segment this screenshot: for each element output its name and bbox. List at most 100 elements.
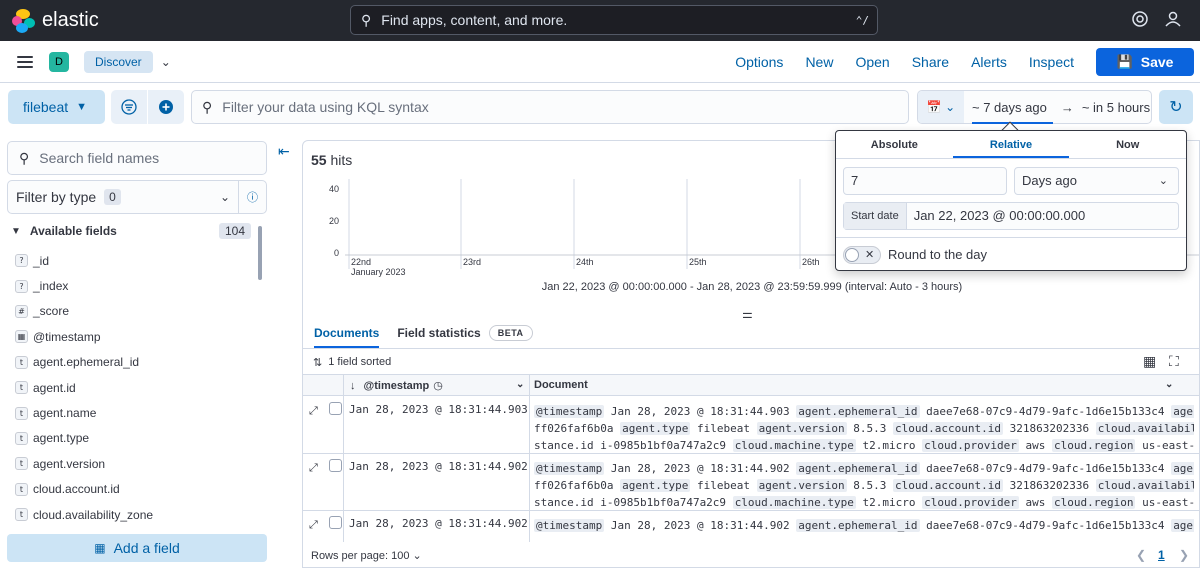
info-icon[interactable]: ⓘ bbox=[238, 181, 266, 213]
expand-icon[interactable]: ⤢ bbox=[309, 404, 318, 418]
field-name: _score bbox=[33, 304, 70, 319]
row-checkbox[interactable] bbox=[329, 459, 342, 472]
field-name: agent.id bbox=[33, 380, 76, 395]
relative-unit-select[interactable]: Days ago ⌄ bbox=[1014, 167, 1179, 195]
refresh-icon: ↻ bbox=[1169, 99, 1183, 116]
row-checkbox[interactable] bbox=[329, 402, 342, 415]
row-checkbox[interactable] bbox=[329, 516, 342, 529]
filter-menu-icon[interactable] bbox=[111, 90, 147, 124]
refresh-button[interactable]: ↻ bbox=[1159, 90, 1193, 124]
date-start[interactable]: ~ 7 days ago bbox=[972, 91, 1053, 124]
add-filter-icon[interactable] bbox=[148, 90, 184, 124]
field-item[interactable]: t agent.ephemeral_id bbox=[15, 350, 255, 375]
hits-label: hits bbox=[330, 152, 353, 168]
date-end[interactable]: ~ in 5 hours bbox=[1082, 100, 1150, 115]
document-line: stance.id i-0985b1bf0a747a2c9 cloud.mach… bbox=[534, 494, 1194, 511]
share-link[interactable]: Share bbox=[912, 54, 949, 70]
field-item[interactable]: ? _id bbox=[15, 248, 255, 273]
user-avatar-icon[interactable] bbox=[1163, 10, 1183, 30]
field-item[interactable]: t agent.version bbox=[15, 451, 255, 476]
query-bar: filebeat ▼ ⚲ Filter your data using KQL … bbox=[0, 83, 1200, 133]
document-value: ff026faf6b0a bbox=[534, 479, 614, 492]
grid-footer: Rows per page: 100 ⌄ ❮ 1 ❯ bbox=[303, 542, 1199, 567]
document-value: 321863202336 bbox=[1009, 422, 1090, 435]
column-header-timestamp[interactable]: ↓ @timestamp ◷ bbox=[350, 379, 443, 393]
space-avatar[interactable]: D bbox=[49, 51, 69, 72]
new-link[interactable]: New bbox=[805, 54, 833, 70]
sort-icon[interactable]: ⇅ bbox=[313, 356, 322, 369]
help-icon[interactable] bbox=[1130, 10, 1150, 30]
divider bbox=[529, 375, 530, 397]
document-key: @timestamp bbox=[534, 462, 605, 475]
field-name: @timestamp bbox=[33, 329, 101, 344]
alerts-link[interactable]: Alerts bbox=[971, 54, 1007, 70]
document-key: agent.version bbox=[756, 422, 847, 435]
document-value: 321863202336 bbox=[1009, 479, 1090, 492]
open-link[interactable]: Open bbox=[855, 54, 889, 70]
elastic-logo[interactable]: elastic bbox=[12, 8, 99, 33]
keyboard-shortcut: ⌃/ bbox=[855, 13, 869, 27]
field-item[interactable]: # _score bbox=[15, 299, 255, 324]
main-tabs: Documents Field statistics BETA bbox=[303, 317, 1199, 349]
available-fields-header[interactable]: ▼ Available fields 104 bbox=[11, 223, 251, 239]
round-to-day-toggle[interactable]: ✕ bbox=[843, 245, 881, 264]
field-search-input[interactable]: ⚲ Search field names bbox=[7, 141, 267, 175]
rows-per-page[interactable]: Rows per page: 100 ⌄ bbox=[311, 549, 422, 562]
previous-page-icon[interactable]: ❮ bbox=[1136, 548, 1146, 562]
expand-icon[interactable]: ⤢ bbox=[309, 461, 318, 475]
field-item[interactable]: t agent.id bbox=[15, 375, 255, 400]
chevron-down-icon[interactable]: ⌄ bbox=[516, 379, 524, 390]
tab-relative[interactable]: Relative bbox=[952, 131, 1070, 158]
document-value: daee7e68-07c9-4d79-9afc-1d6e15b133c4 bbox=[926, 462, 1165, 475]
global-search-input[interactable]: ⚲ Find apps, content, and more. ⌃/ bbox=[350, 5, 878, 35]
date-popover: Absolute Relative Now 7 Days ago ⌄ Start… bbox=[835, 130, 1187, 271]
start-date-display: Start date Jan 22, 2023 @ 00:00:00.000 bbox=[843, 202, 1179, 230]
menu-icon[interactable] bbox=[17, 55, 33, 68]
document-key: cloud.availability bbox=[1095, 479, 1194, 492]
time-range-text: Jan 22, 2023 @ 00:00:00.000 - Jan 28, 20… bbox=[541, 281, 963, 293]
field-item[interactable]: t cloud.availability_zone bbox=[15, 502, 255, 527]
display-settings-icon[interactable]: ▦ bbox=[1143, 353, 1156, 370]
collapse-sidebar-icon[interactable]: ⇤ bbox=[278, 143, 290, 160]
field-item[interactable]: t agent.name bbox=[15, 400, 255, 425]
tab-absolute[interactable]: Absolute bbox=[836, 131, 953, 158]
sidebar-scrollbar[interactable] bbox=[258, 226, 262, 280]
column-header-document[interactable]: Document bbox=[534, 379, 588, 391]
save-icon: 💾 bbox=[1116, 54, 1133, 69]
document-key: agent.type bbox=[620, 479, 691, 492]
tab-now[interactable]: Now bbox=[1069, 131, 1186, 158]
sorted-label[interactable]: 1 field sorted bbox=[328, 356, 391, 368]
tab-field-statistics[interactable]: Field statistics bbox=[397, 318, 480, 348]
save-button[interactable]: 💾 Save bbox=[1096, 48, 1194, 76]
kql-search-input[interactable]: ⚲ Filter your data using KQL syntax bbox=[191, 90, 909, 124]
data-view-picker[interactable]: filebeat ▼ bbox=[8, 90, 105, 124]
breadcrumb-discover[interactable]: Discover bbox=[84, 50, 153, 73]
tab-documents[interactable]: Documents bbox=[314, 318, 380, 348]
calendar-icon[interactable]: 📅 ⌄ bbox=[918, 91, 964, 123]
field-item[interactable]: ▦ @timestamp bbox=[15, 324, 255, 349]
field-item[interactable]: t agent.type bbox=[15, 426, 255, 451]
kql-placeholder: Filter your data using KQL syntax bbox=[222, 99, 429, 115]
row-timestamp: Jan 28, 2023 @ 18:31:44.902 bbox=[349, 517, 528, 530]
chevron-down-icon[interactable]: ⌄ bbox=[161, 55, 171, 69]
field-type-icon: t bbox=[15, 406, 28, 420]
filter-by-type[interactable]: Filter by type 0 ⌄ ⓘ bbox=[7, 180, 267, 214]
page-1-link[interactable]: 1 bbox=[1158, 548, 1165, 562]
options-link[interactable]: Options bbox=[735, 54, 783, 70]
inspect-link[interactable]: Inspect bbox=[1029, 54, 1074, 70]
expand-icon[interactable]: ⤢ bbox=[309, 518, 318, 532]
row-document: @timestamp Jan 28, 2023 @ 18:31:44.902 a… bbox=[534, 460, 1194, 511]
add-field-button[interactable]: ▦ Add a field bbox=[7, 534, 267, 562]
field-item[interactable]: t cloud.account.id bbox=[15, 477, 255, 502]
field-list: ? _id? _index # _score ▦ @timestamp t agent.ephe… bbox=[15, 248, 255, 527]
chevron-down-icon[interactable]: ⌄ bbox=[1165, 379, 1173, 390]
table-row: ⤢ Jan 28, 2023 @ 18:31:44.903 @timestamp J… bbox=[303, 397, 1199, 454]
field-type-icon: t bbox=[15, 355, 28, 369]
fullscreen-icon[interactable]: ⛶ bbox=[1169, 353, 1179, 370]
field-name: cloud.availability_zone bbox=[33, 507, 154, 522]
next-page-icon[interactable]: ❯ bbox=[1179, 548, 1189, 562]
document-value: daee7e68-07c9-4d79-9afc-1d6e15b133c4 bbox=[926, 405, 1165, 418]
field-item[interactable]: ? _index bbox=[15, 273, 255, 298]
relative-value-input[interactable]: 7 bbox=[843, 167, 1007, 195]
document-key: agent.version bbox=[756, 479, 847, 492]
